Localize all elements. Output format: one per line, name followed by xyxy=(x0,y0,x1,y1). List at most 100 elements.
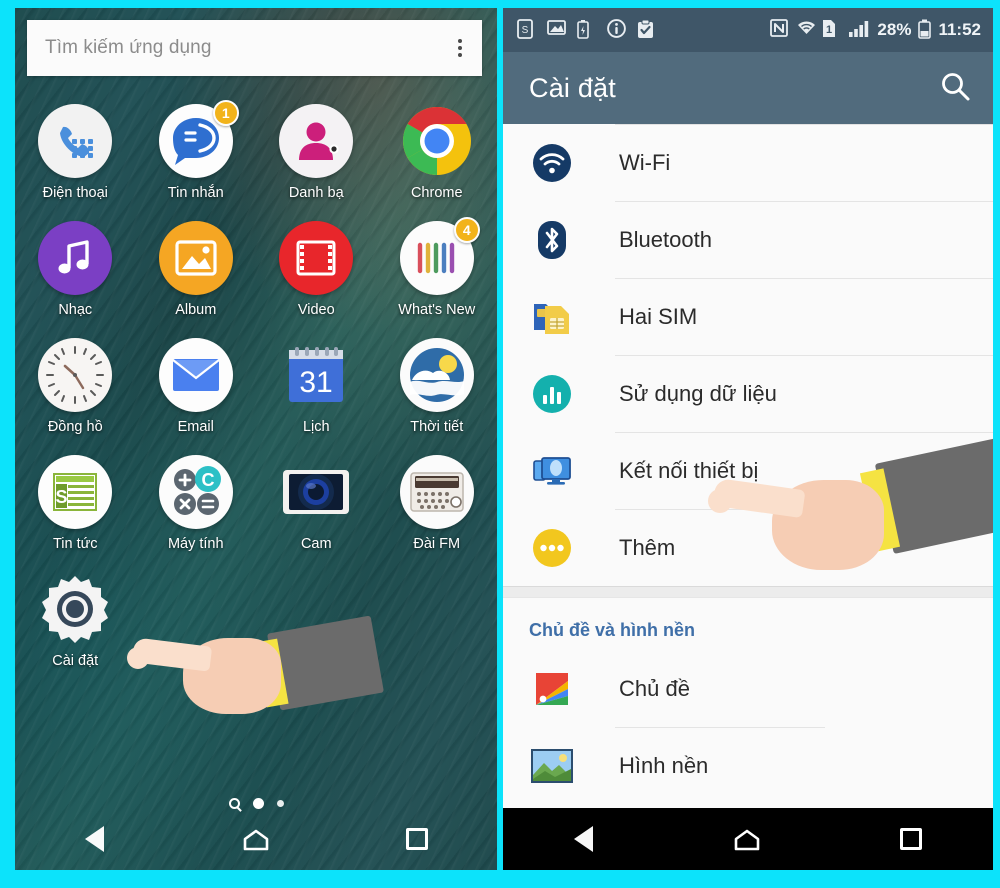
app-item-dai-fm[interactable]: Đài FM xyxy=(377,455,498,552)
settings-row-label: Kết nối thiết bị xyxy=(619,458,759,483)
recents-square-icon[interactable] xyxy=(900,828,923,850)
settings-list[interactable]: Wi-Fi Bluetooth Hai SIM Sử dụng dữ liệu … xyxy=(503,124,993,870)
dual-sim-icon xyxy=(529,294,575,340)
battery-saver-icon xyxy=(577,19,596,41)
settings-row-su-dung-du-lieu[interactable]: Sử dụng dữ liệu xyxy=(503,356,993,432)
settings-row-label: Sử dụng dữ liệu xyxy=(619,381,777,406)
app-item-cai-dat[interactable]: Cài đặt xyxy=(15,572,136,669)
wifi-settings-icon xyxy=(529,140,575,186)
notification-badge: 4 xyxy=(453,217,480,243)
back-triangle-icon[interactable] xyxy=(84,826,104,852)
signal-bars-icon xyxy=(848,19,870,41)
email-icon xyxy=(158,338,233,412)
page-dot[interactable] xyxy=(276,800,284,807)
home-navigation-bar xyxy=(15,808,497,870)
sim-1-icon: 1 xyxy=(822,19,841,41)
section-header-themes: Chủ đề và hình nền xyxy=(529,620,696,640)
settings-row-bluetooth[interactable]: Bluetooth xyxy=(503,202,993,278)
camera-icon xyxy=(279,455,353,529)
settings-row-label: Thêm xyxy=(619,535,676,560)
app-label: Đồng hồ xyxy=(47,419,103,435)
video-icon xyxy=(279,221,354,295)
music-icon xyxy=(38,221,113,295)
section-gap xyxy=(503,586,993,598)
app-item-lich[interactable]: 31 Lịch xyxy=(256,338,377,435)
notification-badge: 1 xyxy=(212,100,239,126)
status-bar: S 1 28% 11:52 xyxy=(503,8,993,52)
bluetooth-icon xyxy=(529,217,575,263)
app-label: Tin nhắn xyxy=(167,185,224,201)
page-title: Cài đặt xyxy=(529,72,616,103)
app-label: Chrome xyxy=(410,185,463,201)
settings-row-label: Bluetooth xyxy=(619,227,712,252)
settings-row-label: Hai SIM xyxy=(619,304,698,329)
svg-text:C: C xyxy=(201,470,214,490)
chrome-icon xyxy=(400,104,474,178)
app-label: Cài đặt xyxy=(52,653,99,669)
settings-row-wifi[interactable]: Wi-Fi xyxy=(503,125,993,201)
app-item-email[interactable]: Email xyxy=(136,338,257,435)
app-item-whats-new[interactable]: 4 What's New xyxy=(377,217,498,318)
app-item-tin-nhan[interactable]: 1 Tin nhắn xyxy=(136,100,257,201)
clock-label: 11:52 xyxy=(938,20,981,39)
settings-gear-icon xyxy=(38,572,112,646)
back-triangle-icon[interactable] xyxy=(573,826,593,852)
theme-palette-icon xyxy=(529,666,575,712)
search-icon[interactable] xyxy=(939,70,971,107)
contacts-icon xyxy=(279,104,354,178)
kebab-menu-icon[interactable] xyxy=(452,35,468,61)
app-item-dien-thoai[interactable]: Điện thoại xyxy=(15,104,136,201)
fm-radio-icon xyxy=(399,455,474,529)
sim-card-status-icon: S xyxy=(517,19,536,41)
app-search-bar[interactable]: Tìm kiếm ứng dụng xyxy=(27,20,482,76)
settings-row-label: Hình nền xyxy=(619,753,709,778)
app-label: Danh bạ xyxy=(288,185,344,201)
wifi-icon xyxy=(796,19,816,41)
svg-text:1: 1 xyxy=(826,24,832,36)
info-circle-icon xyxy=(607,19,626,41)
app-item-thoi-tiet[interactable]: Thời tiết xyxy=(377,338,498,435)
screenshot-root: Tìm kiếm ứng dụng Điện thoại 1 Tin nhắn … xyxy=(0,0,1000,888)
app-label: Album xyxy=(175,302,217,318)
app-search-placeholder: Tìm kiếm ứng dụng xyxy=(45,37,212,58)
wallpaper-icon xyxy=(529,743,575,789)
weather-icon xyxy=(399,338,474,412)
settings-row-chu-de[interactable]: Chủ đề xyxy=(503,651,993,727)
app-item-may-tinh[interactable]: C Máy tính xyxy=(136,455,257,552)
whats-new-icon: 4 xyxy=(399,217,480,295)
home-icon[interactable] xyxy=(734,829,760,851)
app-item-tin-tuc[interactable]: S Tin tức xyxy=(15,455,136,552)
calculator-icon: C xyxy=(158,455,233,529)
app-label: Đài FM xyxy=(413,536,461,552)
app-item-danh-ba[interactable]: Danh bạ xyxy=(256,104,377,201)
app-item-dong-ho[interactable]: Đồng hồ xyxy=(15,338,136,435)
app-item-chrome[interactable]: Chrome xyxy=(377,104,498,201)
settings-row-hinh-nen[interactable]: Hình nền xyxy=(503,728,993,804)
app-label: Thời tiết xyxy=(410,419,464,435)
battery-percent-label: 28% xyxy=(877,20,912,39)
app-item-cam[interactable]: Cam xyxy=(256,455,377,552)
home-icon[interactable] xyxy=(243,829,268,851)
settings-row-ket-noi-thiet-bi[interactable]: Kết nối thiết bị xyxy=(503,433,993,509)
app-label: Lịch xyxy=(302,419,330,435)
news-icon: S xyxy=(38,455,113,529)
settings-row-label: Chủ đề xyxy=(619,676,690,701)
calendar-icon: 31 xyxy=(279,338,353,412)
device-connection-icon xyxy=(529,448,575,494)
more-dots-icon xyxy=(529,525,575,571)
album-gallery-icon xyxy=(158,221,233,295)
svg-text:S: S xyxy=(522,25,529,36)
svg-text:S: S xyxy=(56,487,68,507)
settings-row-hai-sim[interactable]: Hai SIM xyxy=(503,279,993,355)
screenshot-image-icon xyxy=(547,19,566,41)
app-label: Email xyxy=(177,419,214,435)
app-label: Điện thoại xyxy=(42,185,108,201)
settings-row-label: Wi-Fi xyxy=(619,150,671,175)
app-item-nhac[interactable]: Nhạc xyxy=(15,221,136,318)
settings-row-them[interactable]: Thêm xyxy=(503,510,993,586)
app-item-album[interactable]: Album xyxy=(136,221,257,318)
app-item-video[interactable]: Video xyxy=(256,221,377,318)
app-label: Tin tức xyxy=(52,536,98,552)
app-label: Cam xyxy=(300,536,332,552)
recents-square-icon[interactable] xyxy=(405,828,428,850)
